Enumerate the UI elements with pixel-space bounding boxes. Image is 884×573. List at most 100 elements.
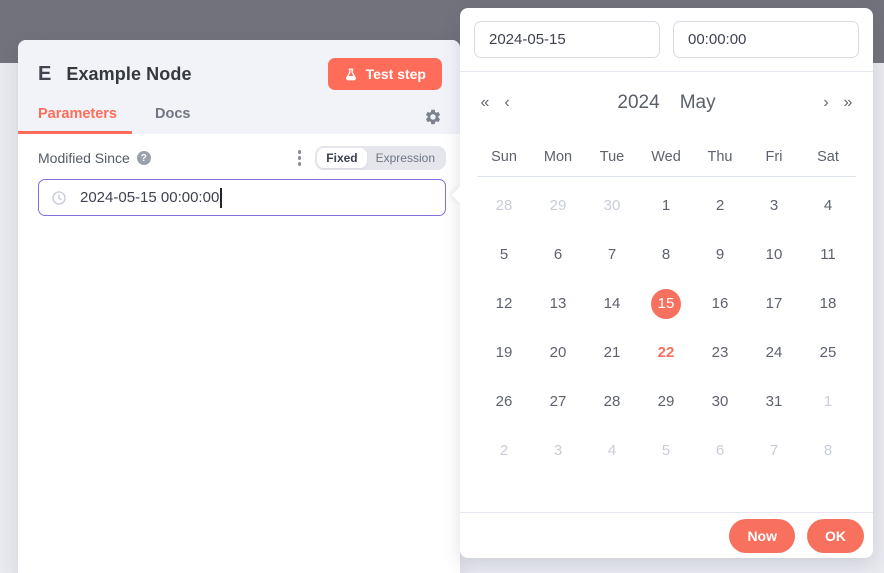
weekday-row: SunMonTueWedThuFriSat bbox=[460, 149, 873, 165]
day-cell[interactable]: 2 bbox=[477, 426, 531, 475]
picker-footer: Now OK bbox=[460, 512, 873, 558]
day-number: 16 bbox=[705, 289, 735, 319]
day-cell[interactable]: 1 bbox=[639, 181, 693, 230]
day-cell[interactable]: 8 bbox=[801, 426, 855, 475]
day-cell[interactable]: 10 bbox=[747, 230, 801, 279]
day-cell[interactable]: 31 bbox=[747, 377, 801, 426]
day-cell[interactable]: 24 bbox=[747, 328, 801, 377]
day-number: 17 bbox=[759, 289, 789, 319]
day-cell[interactable]: 28 bbox=[585, 377, 639, 426]
day-cell[interactable]: 5 bbox=[477, 230, 531, 279]
day-cell[interactable]: 4 bbox=[585, 426, 639, 475]
day-cell[interactable]: 23 bbox=[693, 328, 747, 377]
day-number: 31 bbox=[759, 387, 789, 417]
day-cell[interactable]: 28 bbox=[477, 181, 531, 230]
day-number: 7 bbox=[759, 436, 789, 466]
day-number: 28 bbox=[597, 387, 627, 417]
day-number: 21 bbox=[597, 338, 627, 368]
day-cell[interactable]: 17 bbox=[747, 279, 801, 328]
day-number: 4 bbox=[597, 436, 627, 466]
now-button[interactable]: Now bbox=[729, 519, 795, 553]
param-label: Modified Since bbox=[38, 150, 130, 166]
day-cell[interactable]: 27 bbox=[531, 377, 585, 426]
toggle-expression[interactable]: Expression bbox=[367, 148, 444, 168]
day-cell[interactable]: 12 bbox=[477, 279, 531, 328]
param-row: Modified Since ? Fixed Expression bbox=[38, 146, 446, 170]
day-cell[interactable]: 4 bbox=[801, 181, 855, 230]
day-number: 19 bbox=[489, 338, 519, 368]
screen: E Example Node Test step Parameters bbox=[0, 0, 884, 573]
day-number: 9 bbox=[705, 240, 735, 270]
day-number: 26 bbox=[489, 387, 519, 417]
day-cell[interactable]: 21 bbox=[585, 328, 639, 377]
tab-parameters[interactable]: Parameters bbox=[38, 106, 117, 134]
day-number: 1 bbox=[813, 387, 843, 417]
month-button[interactable]: May bbox=[680, 92, 716, 114]
ok-button[interactable]: OK bbox=[807, 519, 864, 553]
calendar-grid: 2829301234567891011121314151617181920212… bbox=[460, 177, 873, 475]
day-cell-today[interactable]: 22 bbox=[639, 328, 693, 377]
modified-since-input[interactable]: 2024-05-15 00:00:00 bbox=[38, 179, 446, 216]
day-cell[interactable]: 13 bbox=[531, 279, 585, 328]
day-cell[interactable]: 5 bbox=[639, 426, 693, 475]
day-cell[interactable]: 1 bbox=[801, 377, 855, 426]
day-number: 6 bbox=[705, 436, 735, 466]
tab-docs[interactable]: Docs bbox=[155, 106, 190, 134]
day-cell-selected[interactable]: 15 bbox=[639, 279, 693, 328]
day-number: 7 bbox=[597, 240, 627, 270]
day-cell[interactable]: 26 bbox=[477, 377, 531, 426]
day-cell[interactable]: 6 bbox=[531, 230, 585, 279]
day-cell[interactable]: 20 bbox=[531, 328, 585, 377]
day-number: 5 bbox=[651, 436, 681, 466]
day-cell[interactable]: 30 bbox=[585, 181, 639, 230]
day-cell[interactable]: 25 bbox=[801, 328, 855, 377]
day-cell[interactable]: 8 bbox=[639, 230, 693, 279]
day-number: 1 bbox=[651, 191, 681, 221]
prev-month-button[interactable]: ‹ bbox=[496, 94, 518, 112]
day-number: 18 bbox=[813, 289, 843, 319]
help-icon[interactable]: ? bbox=[137, 151, 151, 165]
date-input[interactable] bbox=[474, 21, 660, 58]
day-cell[interactable]: 11 bbox=[801, 230, 855, 279]
day-cell[interactable]: 18 bbox=[801, 279, 855, 328]
day-cell[interactable]: 16 bbox=[693, 279, 747, 328]
fixed-expression-toggle: Fixed Expression bbox=[315, 146, 446, 170]
day-cell[interactable]: 29 bbox=[639, 377, 693, 426]
prev-year-button[interactable]: « bbox=[474, 94, 496, 112]
day-cell[interactable]: 3 bbox=[531, 426, 585, 475]
time-input[interactable] bbox=[673, 21, 859, 58]
kebab-menu-icon[interactable] bbox=[296, 148, 304, 168]
day-cell[interactable]: 2 bbox=[693, 181, 747, 230]
day-cell[interactable]: 30 bbox=[693, 377, 747, 426]
day-cell[interactable]: 3 bbox=[747, 181, 801, 230]
modified-since-value: 2024-05-15 00:00:00 bbox=[80, 189, 219, 206]
text-cursor bbox=[220, 188, 222, 208]
weekday-label: Wed bbox=[639, 149, 693, 165]
day-cell[interactable]: 7 bbox=[585, 230, 639, 279]
next-year-button[interactable]: » bbox=[837, 94, 859, 112]
toggle-fixed[interactable]: Fixed bbox=[317, 148, 366, 168]
test-step-button[interactable]: Test step bbox=[328, 58, 442, 90]
day-cell[interactable]: 6 bbox=[693, 426, 747, 475]
day-cell[interactable]: 7 bbox=[747, 426, 801, 475]
day-cell[interactable]: 19 bbox=[477, 328, 531, 377]
nav-center: 2024 May bbox=[518, 92, 815, 114]
day-number: 25 bbox=[813, 338, 843, 368]
day-cell[interactable]: 14 bbox=[585, 279, 639, 328]
day-cell[interactable]: 29 bbox=[531, 181, 585, 230]
day-cell[interactable]: 9 bbox=[693, 230, 747, 279]
flask-icon bbox=[344, 67, 358, 82]
day-number: 8 bbox=[813, 436, 843, 466]
day-number: 11 bbox=[813, 240, 843, 270]
year-button[interactable]: 2024 bbox=[617, 92, 659, 114]
next-month-button[interactable]: › bbox=[815, 94, 837, 112]
day-number: 15 bbox=[651, 289, 681, 319]
day-number: 12 bbox=[489, 289, 519, 319]
day-number: 13 bbox=[543, 289, 573, 319]
day-number: 30 bbox=[705, 387, 735, 417]
node-title-row: E Example Node Test step bbox=[38, 58, 442, 90]
day-number: 30 bbox=[597, 191, 627, 221]
day-number: 5 bbox=[489, 240, 519, 270]
gear-icon[interactable] bbox=[424, 108, 442, 126]
parameters-pane: Modified Since ? Fixed Expression bbox=[18, 134, 460, 216]
